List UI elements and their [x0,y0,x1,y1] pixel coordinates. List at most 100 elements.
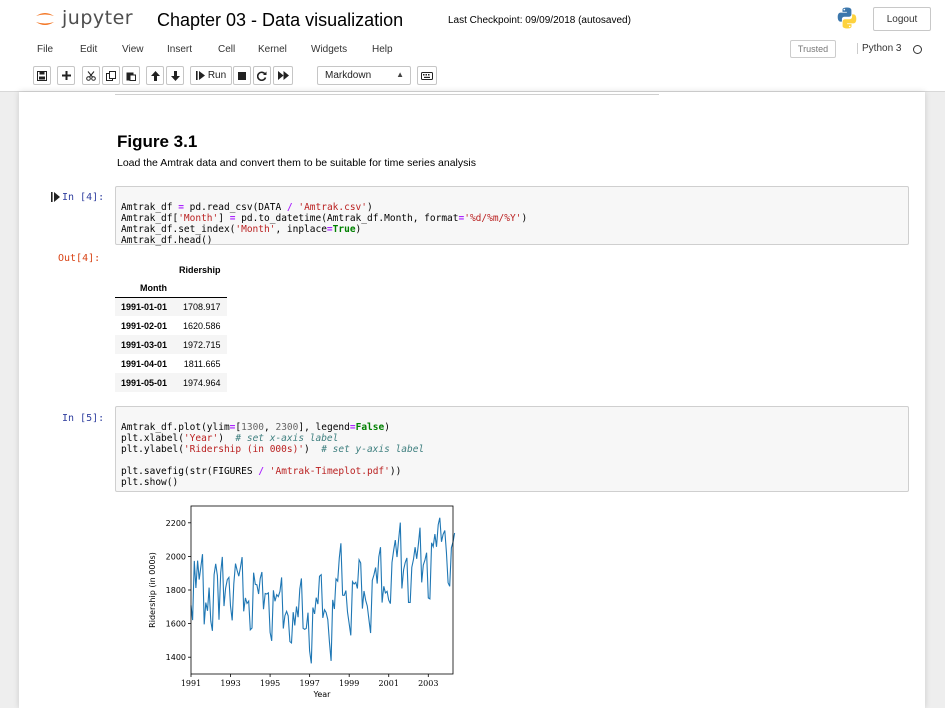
x-tick-label: 2003 [418,679,438,688]
x-tick-label: 2001 [379,679,399,688]
move-down-button[interactable] [166,66,184,85]
row-index: 1991-03-01 [121,339,168,350]
code-line: Amtrak_df.head() [121,235,213,246]
code-cell-4[interactable]: Amtrak_df = pd.read_csv(DATA / 'Amtrak.c… [115,186,909,246]
notebook-title[interactable]: Chapter 03 - Data visualization [157,10,403,31]
x-tick-label: 1991 [181,679,201,688]
row-index: 1991-04-01 [121,358,168,369]
fast-forward-icon [277,71,289,80]
y-tick-label: 1400 [166,653,186,662]
table-row: 1991-05-01 1974.964 [115,373,227,392]
notebook-toolbar: Run Markdown ▲ [0,64,945,88]
row-value: 1708.917 [183,301,221,312]
markdown-text[interactable]: Load the Amtrak data and convert them to… [117,157,476,169]
jupyter-logo-icon[interactable] [34,8,56,30]
cut-button[interactable] [82,66,100,85]
save-button[interactable] [33,66,51,85]
index-name-month: Month [115,279,174,298]
row-value: 1974.964 [183,377,221,388]
table-row: 1991-04-01 1811.665 [115,354,227,373]
move-up-button[interactable] [146,66,164,85]
copy-icon [106,70,116,81]
code-line: Amtrak_df = pd.read_csv(DATA / 'Amtrak.c… [121,202,373,213]
insert-cell-button[interactable] [57,66,75,85]
trusted-badge[interactable]: Trusted [790,40,836,58]
row-value: 1811.665 [183,358,221,369]
menu-edit[interactable]: Edit [80,44,97,55]
code-line: plt.ylabel('Ridership (in 000s)') # set … [121,444,425,455]
chevron-updown-icon: ▲ [396,70,404,79]
ridership-series-line [190,517,456,664]
notebook-header: jupyter Chapter 03 - Data visualization … [0,0,945,92]
command-palette-button[interactable] [417,66,437,85]
kernel-name[interactable]: Python 3 [857,43,901,54]
x-axis-label: Year [313,690,332,699]
x-tick-label: 1997 [299,679,319,688]
menu-cell[interactable]: Cell [218,44,235,55]
output-prompt-4: Out[4]: [58,253,101,264]
logout-button[interactable]: Logout [873,7,931,31]
menu-file[interactable]: File [37,44,53,55]
y-tick-label: 1600 [166,620,186,629]
table-row: 1991-02-01 1620.586 [115,316,227,335]
row-index: 1991-02-01 [121,320,168,331]
checkpoint-status: Last Checkpoint: 09/09/2018 (autosaved) [448,15,631,26]
menu-view[interactable]: View [122,44,144,55]
menu-insert[interactable]: Insert [167,44,192,55]
row-index: 1991-05-01 [121,377,168,388]
run-cell-icon[interactable] [51,192,60,202]
run-button[interactable]: Run [190,66,232,85]
menu-widgets[interactable]: Widgets [311,44,347,55]
notebook-page: Figure 3.1 Load the Amtrak data and conv… [19,92,925,708]
ridership-line-chart: 1400 1600 1800 2000 2200 1991 1993 1995 1997 1999… [148,505,456,699]
y-axis-label: Ridership (in 000s) [148,552,157,628]
python-logo-icon [837,7,857,29]
code-line: Amtrak_df['Month'] = pd.to_datetime(Amtr… [121,213,528,224]
code-line: Amtrak_df.set_index('Month', inplace=Tru… [121,224,362,235]
previous-output-table-edge [115,92,659,95]
markdown-heading[interactable]: Figure 3.1 [117,132,197,152]
stop-icon [238,71,246,80]
menu-help[interactable]: Help [372,44,393,55]
y-tick-label: 2000 [166,552,186,561]
plus-icon [61,71,71,80]
dataframe-table: Ridership Month 1991-01-01 1708.917 1991… [115,260,227,392]
code-line: plt.savefig(str(FIGURES / 'Amtrak-Timepl… [121,466,402,477]
row-value: 1972.715 [183,339,221,350]
run-icon [195,71,205,80]
paste-button[interactable] [122,66,140,85]
column-header-ridership: Ridership [179,264,221,275]
code-line: Amtrak_df.plot(ylim=[1300, 2300], legend… [121,422,390,433]
input-prompt-4: In [4]: [62,192,105,203]
copy-button[interactable] [102,66,120,85]
index-name-spacer [173,279,227,298]
arrow-up-icon [150,70,160,81]
x-tick-label: 1993 [220,679,240,688]
run-button-label: Run [207,70,227,81]
menu-kernel[interactable]: Kernel [258,44,287,55]
keyboard-icon [421,71,433,80]
code-cell-5[interactable]: Amtrak_df.plot(ylim=[1300, 2300], legend… [115,406,909,492]
cut-icon [86,70,96,81]
restart-kernel-button[interactable] [253,66,271,85]
cell-type-select[interactable]: Markdown ▲ [317,66,411,85]
code-line: plt.show() [121,477,179,488]
restart-icon [257,71,267,81]
jupyter-logo-text[interactable]: jupyter [62,7,133,29]
code-line: plt.xlabel('Year') # set x-axis label [121,433,339,444]
restart-run-all-button[interactable] [273,66,293,85]
x-tick-label: 1995 [260,679,280,688]
paste-icon [126,72,136,81]
arrow-down-icon [170,70,180,81]
x-tick-label: 1999 [339,679,359,688]
cell-type-value: Markdown [325,70,372,81]
input-prompt-5: In [5]: [62,413,105,424]
dataframe-corner [115,260,173,279]
header-logo-row: jupyter Chapter 03 - Data visualization … [0,0,945,38]
row-index: 1991-01-01 [121,301,168,312]
y-tick-label: 2200 [166,519,186,528]
row-value: 1620.586 [183,320,221,331]
interrupt-button[interactable] [233,66,251,85]
kernel-idle-indicator-icon [913,45,922,54]
